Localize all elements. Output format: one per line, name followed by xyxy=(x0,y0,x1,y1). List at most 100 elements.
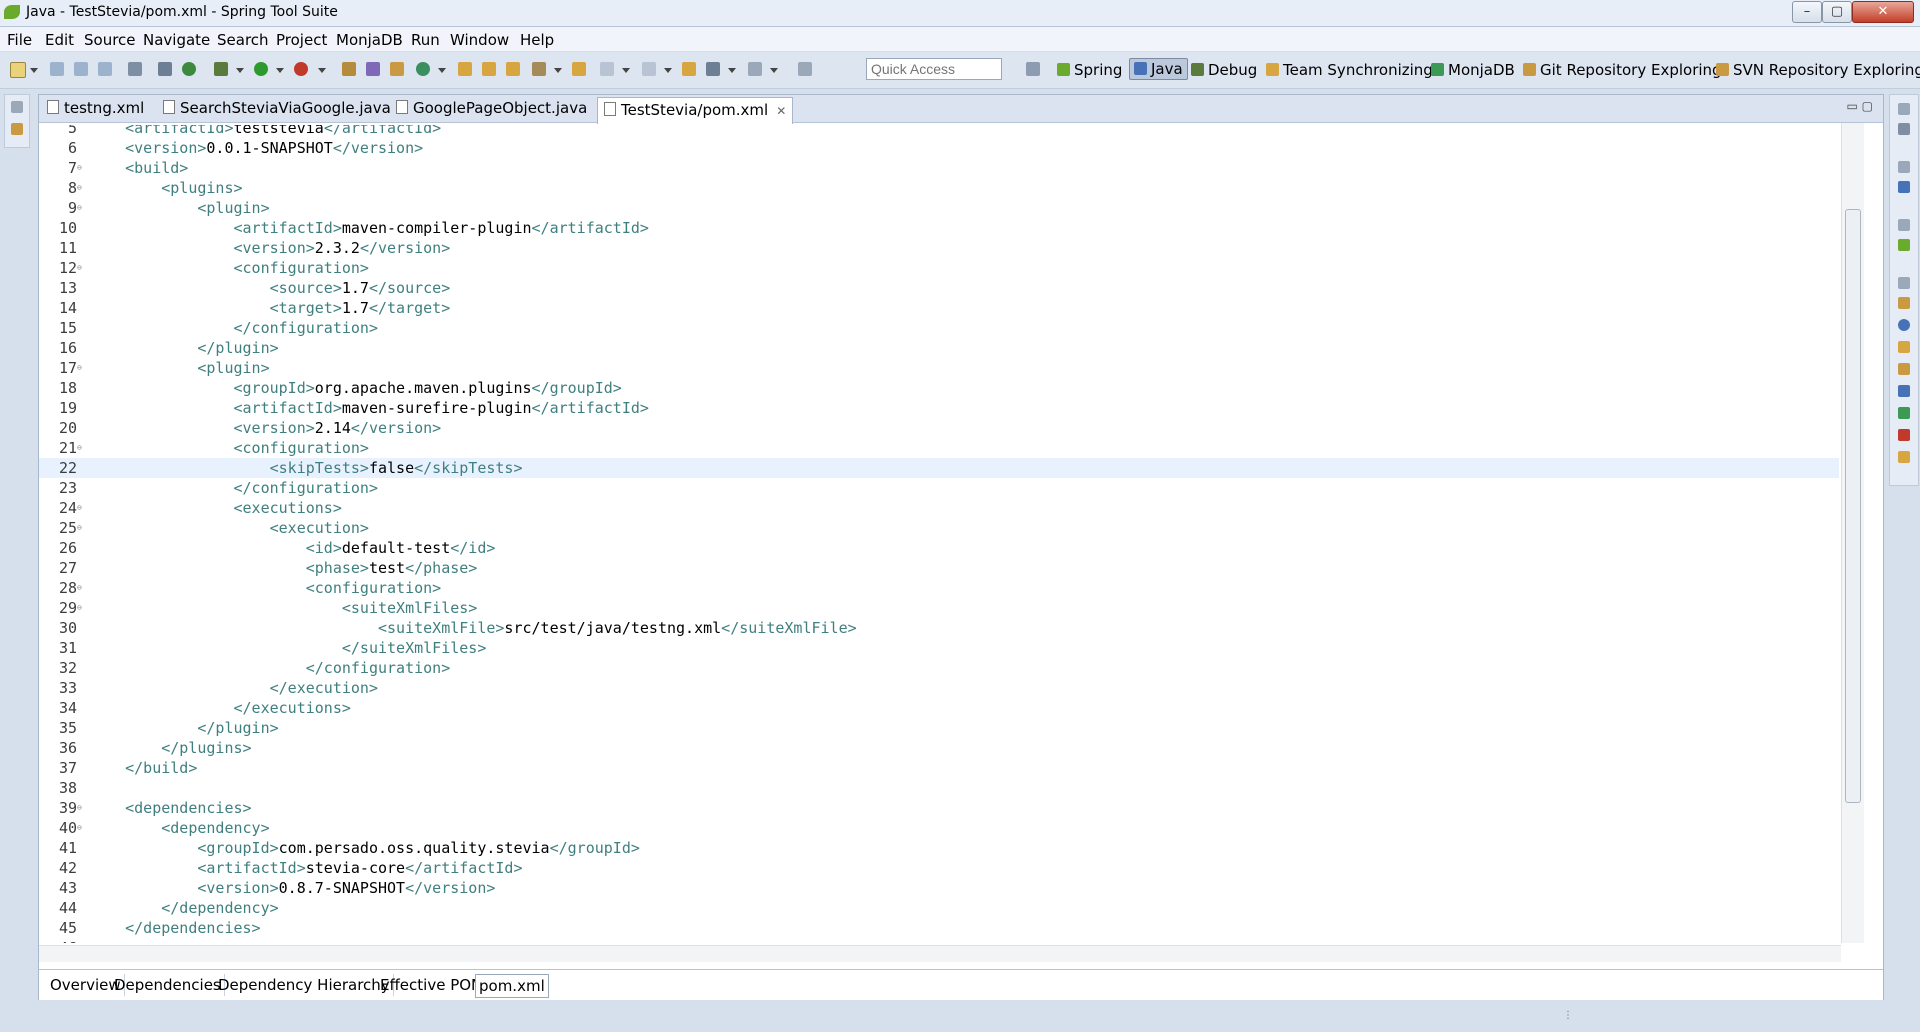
perspective-spring[interactable]: Spring xyxy=(1057,61,1122,79)
tab-dependency-hierarchy[interactable]: Dependency Hierarchy xyxy=(215,974,394,996)
tab-pom-xml[interactable]: TestStevia/pom.xml ✕ xyxy=(597,97,794,124)
debug-dropdown-icon[interactable] xyxy=(236,68,244,73)
task-list-icon[interactable] xyxy=(1898,123,1910,135)
forward-dropdown-icon[interactable] xyxy=(770,68,778,73)
new-package-icon[interactable] xyxy=(366,62,380,76)
back-icon[interactable] xyxy=(706,62,720,76)
menu-window[interactable]: Window xyxy=(450,31,509,49)
debug-icon[interactable] xyxy=(214,62,228,76)
code-line[interactable]: 22 <skipTests>false</skipTests> xyxy=(39,458,1839,478)
fold-toggle-icon[interactable]: ⊖ xyxy=(77,584,84,592)
code-editor[interactable]: 5 <artifactId>teststevia</artifactId> 6 <… xyxy=(39,125,1839,943)
fold-toggle-icon[interactable]: ⊖ xyxy=(77,364,84,372)
perspective-team-sync[interactable]: Team Synchronizing xyxy=(1266,61,1433,79)
terminal-icon[interactable] xyxy=(128,62,142,76)
pin-editor-icon[interactable] xyxy=(798,62,812,76)
code-line[interactable]: 44 </dependency> xyxy=(39,898,1839,918)
new-dropdown-icon[interactable] xyxy=(30,68,38,73)
code-line[interactable]: 11 <version>2.3.2</version> xyxy=(39,238,1839,258)
code-line[interactable]: 32 </configuration> xyxy=(39,658,1839,678)
menu-source[interactable]: Source xyxy=(84,31,136,49)
spring-explorer-icon[interactable] xyxy=(1898,239,1910,251)
external-tools-icon[interactable] xyxy=(294,62,308,76)
tab-dependencies[interactable]: Dependencies xyxy=(111,974,225,996)
pen-icon[interactable] xyxy=(532,62,546,76)
code-line[interactable]: 15 </configuration> xyxy=(39,318,1839,338)
annotation-icon[interactable] xyxy=(572,62,586,76)
code-line[interactable]: 29 ⊖ <suiteXmlFiles> xyxy=(39,598,1839,618)
code-line[interactable]: 17 ⊖ <plugin> xyxy=(39,358,1839,378)
open-type-dropdown-icon[interactable] xyxy=(438,68,446,73)
code-line[interactable]: 28 ⊖ <configuration> xyxy=(39,578,1839,598)
quick-access-input[interactable] xyxy=(866,58,1002,80)
minimize-maximize-icons[interactable]: ▭ ▢ xyxy=(1847,99,1874,113)
perspective-debug[interactable]: Debug xyxy=(1191,61,1257,79)
restore-icon[interactable] xyxy=(11,101,23,113)
fold-toggle-icon[interactable]: ⊖ xyxy=(77,504,84,512)
code-line[interactable]: 27 <phase>test</phase> xyxy=(39,558,1839,578)
next-annotation-dropdown-icon[interactable] xyxy=(622,68,630,73)
fold-toggle-icon[interactable]: ⊖ xyxy=(77,524,84,532)
tab-pom-xml-source[interactable]: pom.xml xyxy=(475,974,549,998)
prev-annotation-dropdown-icon[interactable] xyxy=(664,68,672,73)
back-dropdown-icon[interactable] xyxy=(728,68,736,73)
menu-monjadb[interactable]: MonjaDB xyxy=(336,31,403,49)
restore-icon[interactable] xyxy=(1898,277,1910,289)
code-line[interactable]: 30 <suiteXmlFile>src/test/java/testng.xm… xyxy=(39,618,1839,638)
next-annotation-icon[interactable] xyxy=(600,62,614,76)
code-line[interactable]: 21 ⊖ <configuration> xyxy=(39,438,1839,458)
fold-toggle-icon[interactable]: ⊖ xyxy=(77,604,84,612)
code-line[interactable]: 16 </plugin> xyxy=(39,338,1839,358)
code-line[interactable]: 35 </plugin> xyxy=(39,718,1839,738)
history-icon[interactable] xyxy=(1898,451,1910,463)
close-tab-icon[interactable]: ✕ xyxy=(776,104,786,118)
forward-icon[interactable] xyxy=(748,62,762,76)
declaration-icon[interactable] xyxy=(1898,341,1910,353)
code-line[interactable]: 37 </build> xyxy=(39,758,1839,778)
fold-toggle-icon[interactable]: ⊖ xyxy=(77,164,84,172)
spring-boot-icon[interactable] xyxy=(182,62,196,76)
menu-run[interactable]: Run xyxy=(411,31,440,49)
print-icon[interactable] xyxy=(98,62,112,76)
code-line[interactable]: 40 ⊖ <dependency> xyxy=(39,818,1839,838)
code-line[interactable]: 20 <version>2.14</version> xyxy=(39,418,1839,438)
code-line[interactable]: 45 </dependencies> xyxy=(39,918,1839,938)
code-line[interactable]: 39 ⊖ <dependencies> xyxy=(39,798,1839,818)
run-dropdown-icon[interactable] xyxy=(276,68,284,73)
code-line[interactable]: 36 </plugins> xyxy=(39,738,1839,758)
horizontal-scrollbar[interactable] xyxy=(39,945,1841,962)
new-java-project-icon[interactable] xyxy=(342,62,356,76)
code-line[interactable]: 9 ⊖ <plugin> xyxy=(39,198,1839,218)
open-perspective-icon[interactable] xyxy=(1026,62,1040,76)
close-button[interactable]: ✕ xyxy=(1852,1,1914,23)
restore-icon[interactable] xyxy=(1898,219,1910,231)
last-edit-icon[interactable] xyxy=(682,62,696,76)
maximize-button[interactable]: ▢ xyxy=(1822,1,1852,23)
scrollbar-thumb[interactable] xyxy=(1845,209,1861,803)
fold-toggle-icon[interactable]: ⊖ xyxy=(77,804,84,812)
code-line[interactable]: 6 <version>0.0.1-SNAPSHOT</version> xyxy=(39,138,1839,158)
fold-toggle-icon[interactable]: ⊖ xyxy=(77,204,84,212)
code-line[interactable]: 31 </suiteXmlFiles> xyxy=(39,638,1839,658)
fold-toggle-icon[interactable]: ⊖ xyxy=(77,824,84,832)
tab-effective-pom[interactable]: Effective POM xyxy=(377,974,489,996)
toggle-breadcrumb-icon[interactable] xyxy=(158,62,172,76)
menu-file[interactable]: File xyxy=(7,31,32,49)
code-line[interactable]: 23 </configuration> xyxy=(39,478,1839,498)
perspective-monjadb[interactable]: MonjaDB xyxy=(1431,61,1515,79)
tab-testng-xml[interactable]: testng.xml xyxy=(47,95,144,122)
open-folder-icon[interactable] xyxy=(506,62,520,76)
perspective-git[interactable]: Git Repository Exploring xyxy=(1523,61,1722,79)
code-line[interactable]: 33 </execution> xyxy=(39,678,1839,698)
progress-icon[interactable] xyxy=(1898,407,1910,419)
fold-toggle-icon[interactable]: ⊖ xyxy=(77,264,84,272)
code-line[interactable]: 18 <groupId>org.apache.maven.plugins</gr… xyxy=(39,378,1839,398)
fold-toggle-icon[interactable]: ⊖ xyxy=(77,444,84,452)
perspective-svn[interactable]: SVN Repository Exploring xyxy=(1716,61,1920,79)
search-icon[interactable] xyxy=(482,62,496,76)
search-results-icon[interactable] xyxy=(1898,363,1910,375)
code-line[interactable]: 42 <artifactId>stevia-core</artifactId> xyxy=(39,858,1839,878)
code-line[interactable]: 8 ⊖ <plugins> xyxy=(39,178,1839,198)
menu-navigate[interactable]: Navigate xyxy=(143,31,210,49)
menu-project[interactable]: Project xyxy=(276,31,327,49)
